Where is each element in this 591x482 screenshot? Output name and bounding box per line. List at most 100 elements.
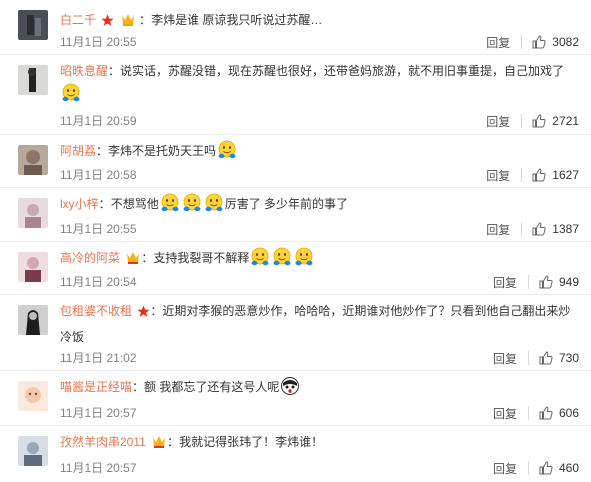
comment-item: 包租婆不收租 ：近期对李猴的恶意炒作，哈哈哈，近期谁对他炒作了？只看到他自己翻出… xyxy=(0,295,591,371)
emoji-icon xyxy=(160,193,179,212)
divider xyxy=(521,114,523,128)
avatar[interactable] xyxy=(18,198,48,228)
comment-list: 白二千 ：李炜是谁 原谅我只听说过苏醒… 11月1日 20:55 回复 3082… xyxy=(0,0,591,482)
comment-item: 孜然羊肉串2011 ：我就记得张玮了！李炜谁！ 11月1日 20:57 回复 4… xyxy=(0,426,591,482)
thumbs-up-icon xyxy=(532,222,546,236)
emoji-icon xyxy=(273,247,292,266)
divider xyxy=(521,168,523,182)
avatar[interactable] xyxy=(18,65,48,95)
comment-text: 我就记得张玮了！李炜谁！ xyxy=(179,435,324,449)
comment-username[interactable]: 阿胡荔 xyxy=(60,144,96,158)
comment-time: 11月1日 20:55 xyxy=(60,222,137,236)
comment-item: 昭昳息醒：说实话，苏醒没错，现在苏醒也很好，还带爸妈旅游，就不用旧事重提，自己加… xyxy=(0,55,591,135)
avatar[interactable] xyxy=(18,145,48,175)
comment-username[interactable]: 白二千 xyxy=(60,13,96,27)
comment-body: lxy小梓：不想骂他 厉害了 多少年前的事了 xyxy=(60,193,579,216)
comment-username[interactable]: 孜然羊肉串2011 xyxy=(60,435,146,449)
comment-username[interactable]: 喵酱是正经喵 xyxy=(60,380,132,394)
comment-meta: 11月1日 20:55 回复 3082 xyxy=(60,32,579,52)
avatar[interactable] xyxy=(18,436,48,466)
comment-username[interactable]: 高冷的阿菜 xyxy=(60,251,120,265)
comment-item: 阿胡荔：李炜不是托奶天王吗 11月1日 20:58 回复 1627 xyxy=(0,135,591,188)
like-button[interactable]: 1627 xyxy=(532,168,579,182)
reply-button[interactable]: 回复 xyxy=(493,350,517,367)
emoji-icon xyxy=(182,193,201,212)
like-count: 2721 xyxy=(552,114,579,128)
reply-button[interactable]: 回复 xyxy=(486,167,510,184)
emoji-icon xyxy=(62,83,80,102)
like-button[interactable]: 460 xyxy=(539,461,579,475)
comment-meta: 11月1日 20:54 回复 949 xyxy=(60,272,579,292)
divider xyxy=(521,222,523,236)
comment-item: 高冷的阿菜 ：支持我裂哥不解释 11月1日 20:54 回复 949 xyxy=(0,242,591,295)
emoji-icon xyxy=(295,247,314,266)
reply-button[interactable]: 回复 xyxy=(493,405,517,422)
comment-text: 说实话，苏醒没错，现在苏醒也很好，还带爸妈旅游，就不用旧事重提，自己加戏了 xyxy=(120,64,565,78)
comment-time: 11月1日 20:57 xyxy=(60,461,137,475)
comment-time: 11月1日 20:59 xyxy=(60,114,137,128)
thumbs-up-icon xyxy=(532,114,546,128)
like-count: 1387 xyxy=(552,222,579,236)
reply-button[interactable]: 回复 xyxy=(493,460,517,477)
thumbs-up-icon xyxy=(532,35,546,49)
comment-time: 11月1日 20:55 xyxy=(60,35,137,49)
comment-meta: 11月1日 20:59 回复 2721 xyxy=(60,111,579,131)
comment-username[interactable]: lxy小梓 xyxy=(60,197,99,211)
comment-text: 支持我裂哥不解释 xyxy=(153,251,250,265)
divider xyxy=(521,35,523,49)
comment-username[interactable]: 包租婆不收租 xyxy=(60,304,132,318)
avatar[interactable] xyxy=(18,252,48,282)
comment-body: 孜然羊肉串2011 ：我就记得张玮了！李炜谁！ xyxy=(60,431,579,457)
like-count: 606 xyxy=(558,406,579,420)
reply-button[interactable]: 回复 xyxy=(486,113,510,130)
like-button[interactable]: 949 xyxy=(539,275,579,289)
comment-text: 李炜不是托奶天王吗 xyxy=(108,144,217,158)
comment-meta: 11月1日 20:57 回复 606 xyxy=(60,403,579,423)
comment-body: 喵酱是正经喵：额 我都忘了还有这号人呢 xyxy=(60,376,579,399)
comment-item: 喵酱是正经喵：额 我都忘了还有这号人呢 11月1日 20:57 回复 606 xyxy=(0,371,591,426)
comment-body: 昭昳息醒：说实话，苏醒没错，现在苏醒也很好，还带爸妈旅游，就不用旧事重提，自己加… xyxy=(60,60,579,106)
reply-button[interactable]: 回复 xyxy=(486,221,510,238)
comment-text: 厉害了 多少年前的事了 xyxy=(224,197,349,211)
comment-username[interactable]: 昭昳息醒 xyxy=(60,64,108,78)
like-button[interactable]: 1387 xyxy=(532,222,579,236)
thumbs-up-icon xyxy=(539,461,553,475)
comment-meta: 11月1日 21:02 回复 730 xyxy=(60,348,579,368)
star-badge-icon xyxy=(137,303,150,326)
vip-badge-icon xyxy=(125,250,141,273)
thumbs-up-icon xyxy=(532,168,546,182)
like-button[interactable]: 3082 xyxy=(532,35,579,49)
like-count: 1627 xyxy=(552,168,579,182)
comment-text: 额 我都忘了还有这号人呢 xyxy=(144,380,280,394)
like-button[interactable]: 2721 xyxy=(532,114,579,128)
avatar[interactable] xyxy=(18,10,48,40)
avatar[interactable] xyxy=(18,305,48,335)
avatar[interactable] xyxy=(18,381,48,411)
like-button[interactable]: 730 xyxy=(539,351,579,365)
comment-item: lxy小梓：不想骂他 厉害了 多少年前的事了 11月1日 20:55 回复 138… xyxy=(0,188,591,242)
divider xyxy=(527,351,529,365)
comment-body: 高冷的阿菜 ：支持我裂哥不解释 xyxy=(60,247,579,273)
comment-item: 白二千 ：李炜是谁 原谅我只听说过苏醒… 11月1日 20:55 回复 3082 xyxy=(0,0,591,55)
comment-meta: 11月1日 20:58 回复 1627 xyxy=(60,165,579,185)
like-button[interactable]: 606 xyxy=(539,406,579,420)
comment-time: 11月1日 20:57 xyxy=(60,406,137,420)
divider xyxy=(527,275,529,289)
reply-button[interactable]: 回复 xyxy=(493,274,517,291)
comment-meta: 11月1日 20:57 回复 460 xyxy=(60,458,579,478)
vip-badge-icon xyxy=(151,434,167,457)
emoji-icon xyxy=(204,193,223,212)
comment-meta: 11月1日 20:55 回复 1387 xyxy=(60,219,579,239)
comment-time: 11月1日 21:02 xyxy=(60,351,137,365)
comment-text: 李炜是谁 原谅我只听说过苏醒… xyxy=(151,13,323,27)
like-count: 460 xyxy=(558,461,579,475)
comment-time: 11月1日 20:54 xyxy=(60,275,137,289)
thumbs-up-icon xyxy=(539,406,553,420)
like-count: 730 xyxy=(558,351,579,365)
like-count: 949 xyxy=(558,275,579,289)
reply-button[interactable]: 回复 xyxy=(486,34,510,51)
comment-time: 11月1日 20:58 xyxy=(60,168,137,182)
emoji-icon xyxy=(251,247,270,266)
divider xyxy=(527,406,529,420)
like-count: 3082 xyxy=(552,35,579,49)
